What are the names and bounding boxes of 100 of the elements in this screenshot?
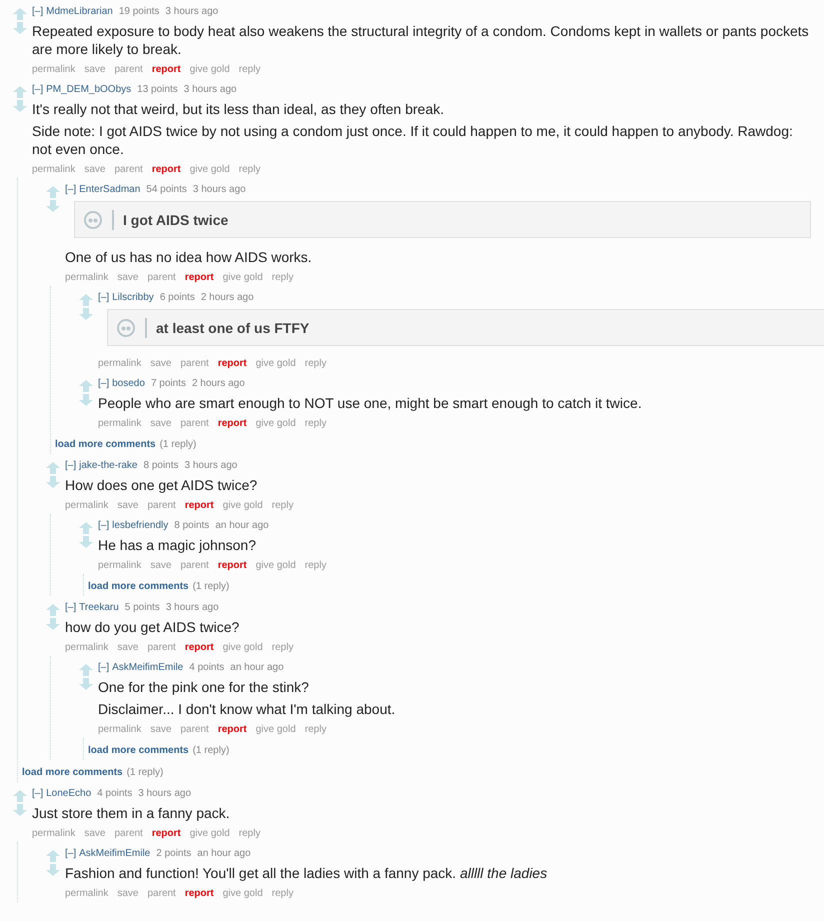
action-link[interactable]: report <box>152 162 181 178</box>
action-link[interactable]: give gold <box>222 270 263 286</box>
downvote-arrow-icon[interactable] <box>13 804 27 816</box>
username-link[interactable]: jake-the-rake <box>79 459 138 473</box>
action-link[interactable]: give gold <box>190 826 230 842</box>
upvote-arrow-icon[interactable] <box>46 604 60 616</box>
action-link[interactable]: reply <box>304 558 326 574</box>
action-link[interactable]: permalink <box>65 270 108 286</box>
action-link[interactable]: permalink <box>65 886 108 902</box>
username-link[interactable]: MdmeLibrarian <box>46 5 113 19</box>
upvote-arrow-icon[interactable] <box>79 664 93 676</box>
action-link[interactable]: permalink <box>32 62 76 78</box>
load-more-link[interactable]: load more comments <box>88 745 189 756</box>
action-link[interactable]: give gold <box>222 886 263 902</box>
downvote-arrow-icon[interactable] <box>79 536 93 548</box>
action-link[interactable]: report <box>184 270 214 286</box>
action-link[interactable]: parent <box>114 826 143 842</box>
collapse-toggle[interactable]: [–] <box>65 459 76 473</box>
action-link[interactable]: report <box>152 62 181 78</box>
username-link[interactable]: LoneEcho <box>46 787 92 801</box>
downvote-arrow-icon[interactable] <box>46 618 60 630</box>
username-link[interactable]: AskMeifimEmile <box>79 847 150 861</box>
action-link[interactable]: permalink <box>98 558 142 574</box>
action-link[interactable]: report <box>184 498 214 514</box>
upvote-arrow-icon[interactable] <box>13 8 27 20</box>
action-link[interactable]: reply <box>272 498 294 514</box>
collapse-toggle[interactable]: [–] <box>65 601 76 615</box>
action-link[interactable]: parent <box>180 356 209 372</box>
load-more-link[interactable]: load more comments <box>55 439 156 450</box>
action-link[interactable]: reply <box>304 722 326 738</box>
action-link[interactable]: report <box>152 826 181 842</box>
action-link[interactable]: reply <box>272 886 294 902</box>
action-link[interactable]: report <box>218 416 247 432</box>
action-link[interactable]: save <box>84 826 106 842</box>
action-link[interactable]: save <box>150 416 172 432</box>
action-link[interactable]: reply <box>238 826 260 842</box>
username-link[interactable]: PM_DEM_bOObys <box>46 83 132 97</box>
action-link[interactable]: give gold <box>256 558 296 574</box>
action-link[interactable]: reply <box>304 416 326 432</box>
collapse-toggle[interactable]: [–] <box>65 847 76 861</box>
action-link[interactable]: permalink <box>98 722 142 738</box>
downvote-arrow-icon[interactable] <box>13 22 27 34</box>
action-link[interactable]: give gold <box>256 356 296 372</box>
upvote-arrow-icon[interactable] <box>46 462 60 474</box>
upvote-arrow-icon[interactable] <box>46 850 60 862</box>
action-link[interactable]: permalink <box>32 826 76 842</box>
action-link[interactable]: save <box>150 356 172 372</box>
action-link[interactable]: save <box>117 498 138 514</box>
action-link[interactable]: parent <box>147 640 176 656</box>
action-link[interactable]: give gold <box>222 498 263 514</box>
action-link[interactable]: report <box>218 722 247 738</box>
action-link[interactable]: permalink <box>65 640 108 656</box>
username-link[interactable]: bosedo <box>112 377 145 391</box>
action-link[interactable]: reply <box>238 162 260 178</box>
action-link[interactable]: give gold <box>222 640 263 656</box>
collapse-toggle[interactable]: [–] <box>32 5 44 19</box>
downvote-arrow-icon[interactable] <box>46 864 60 876</box>
load-more-link[interactable]: load more comments <box>88 581 189 592</box>
username-link[interactable]: Treekaru <box>79 601 119 615</box>
username-link[interactable]: Lilscribby <box>112 291 154 305</box>
upvote-arrow-icon[interactable] <box>79 522 93 534</box>
username-link[interactable]: lesbefriendly <box>112 519 168 533</box>
downvote-arrow-icon[interactable] <box>46 476 60 488</box>
action-link[interactable]: parent <box>114 62 143 78</box>
action-link[interactable]: parent <box>114 162 143 178</box>
action-link[interactable]: save <box>117 886 138 902</box>
action-link[interactable]: save <box>117 270 138 286</box>
action-link[interactable]: report <box>218 356 247 372</box>
action-link[interactable]: parent <box>180 722 209 738</box>
action-link[interactable]: permalink <box>65 498 108 514</box>
collapse-toggle[interactable]: [–] <box>32 83 44 97</box>
action-link[interactable]: parent <box>147 886 176 902</box>
username-link[interactable]: EnterSadman <box>79 183 140 197</box>
action-link[interactable]: give gold <box>256 416 296 432</box>
action-link[interactable]: permalink <box>98 356 142 372</box>
upvote-arrow-icon[interactable] <box>13 86 27 98</box>
downvote-arrow-icon[interactable] <box>46 200 60 212</box>
username-link[interactable]: AskMeifimEmile <box>112 661 184 675</box>
action-link[interactable]: report <box>184 640 214 656</box>
action-link[interactable]: reply <box>272 270 294 286</box>
downvote-arrow-icon[interactable] <box>79 678 93 690</box>
collapse-toggle[interactable]: [–] <box>65 183 76 197</box>
action-link[interactable]: give gold <box>190 62 230 78</box>
action-link[interactable]: reply <box>238 62 260 78</box>
action-link[interactable]: report <box>218 558 247 574</box>
upvote-arrow-icon[interactable] <box>79 294 93 306</box>
collapse-toggle[interactable]: [–] <box>98 377 110 391</box>
action-link[interactable]: save <box>117 640 138 656</box>
collapse-toggle[interactable]: [–] <box>98 519 110 533</box>
downvote-arrow-icon[interactable] <box>79 308 93 320</box>
action-link[interactable]: report <box>184 886 214 902</box>
downvote-arrow-icon[interactable] <box>79 394 93 406</box>
action-link[interactable]: parent <box>180 416 209 432</box>
action-link[interactable]: parent <box>147 270 176 286</box>
upvote-arrow-icon[interactable] <box>46 186 60 198</box>
action-link[interactable]: parent <box>180 558 209 574</box>
action-link[interactable]: parent <box>147 498 176 514</box>
downvote-arrow-icon[interactable] <box>13 100 27 112</box>
action-link[interactable]: permalink <box>32 162 76 178</box>
collapse-toggle[interactable]: [–] <box>32 787 44 801</box>
